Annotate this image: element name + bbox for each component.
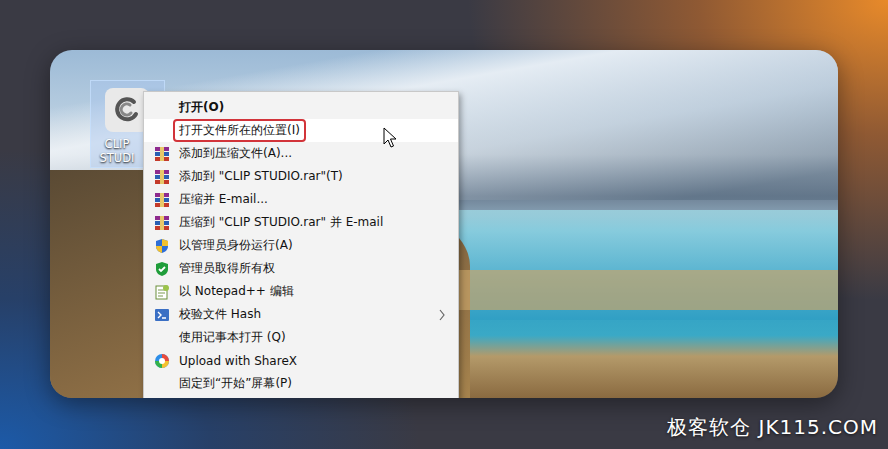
hash-icon <box>154 307 170 323</box>
context-menu: 打开(O)打开文件所在的位置(I)添加到压缩文件(A)...添加到 "CLIP … <box>143 91 459 398</box>
page: CLIPSTUDI打开(O)打开文件所在的位置(I)添加到压缩文件(A)...添… <box>0 0 888 449</box>
winrar-icon <box>154 146 170 162</box>
menu-item[interactable]: 添加到压缩文件(A)... <box>144 142 458 165</box>
menu-item-label: 打开(O) <box>173 96 446 119</box>
menu-item[interactable]: 添加到 "CLIP STUDIO.rar"(T) <box>144 165 458 188</box>
menu-item-label: 压缩到 "CLIP STUDIO.rar" 并 E-mail <box>173 211 446 234</box>
menu-icon-slot <box>154 100 170 116</box>
menu-icon-slot <box>154 146 170 162</box>
menu-item-label: 以管理员身份运行(A) <box>173 234 446 257</box>
menu-item[interactable]: 固定到“开始”屏幕(P) <box>144 372 458 395</box>
shore <box>410 270 838 310</box>
menu-icon-slot <box>154 169 170 185</box>
menu-icon-slot <box>154 307 170 323</box>
menu-item-label: 添加到 "CLIP STUDIO.rar"(T) <box>173 165 446 188</box>
menu-icon-slot <box>154 123 170 139</box>
menu-item[interactable]: 压缩并 E-mail... <box>144 188 458 211</box>
desktop-window: CLIPSTUDI打开(O)打开文件所在的位置(I)添加到压缩文件(A)...添… <box>50 50 838 398</box>
winrar-icon <box>154 215 170 231</box>
winrar-icon <box>154 169 170 185</box>
menu-item[interactable]: 以管理员身份运行(A) <box>144 234 458 257</box>
menu-icon-slot <box>154 353 170 369</box>
green-shield-icon <box>154 261 170 277</box>
menu-icon-slot <box>154 192 170 208</box>
menu-item[interactable]: 使用记事本打开 (Q) <box>144 326 458 349</box>
menu-icon-slot <box>154 330 170 346</box>
menu-item-label: 校验文件 Hash <box>173 303 438 326</box>
sharex-icon <box>154 353 170 369</box>
menu-item[interactable]: 打开文件所在的位置(I) <box>144 119 458 142</box>
watermark: 极客软仓 JK115.COM <box>667 414 878 441</box>
menu-item[interactable]: 校验文件 Hash <box>144 303 458 326</box>
menu-icon-slot <box>154 238 170 254</box>
menu-item[interactable]: Upload with ShareX <box>144 349 458 372</box>
menu-item-label: 压缩并 E-mail... <box>173 188 446 211</box>
menu-icon-slot <box>154 376 170 392</box>
submenu-arrow-icon <box>438 309 446 321</box>
menu-item-label: Upload with ShareX <box>173 351 446 371</box>
notepad-plus-icon <box>154 284 170 300</box>
menu-item-label: 使用记事本打开 (Q) <box>173 326 446 349</box>
menu-icon-slot <box>154 215 170 231</box>
menu-item[interactable]: 压缩到 "CLIP STUDIO.rar" 并 E-mail <box>144 211 458 234</box>
menu-item-label: 管理员取得所有权 <box>173 257 446 280</box>
menu-icon-slot <box>154 284 170 300</box>
menu-item-label: 固定到“开始”屏幕(P) <box>173 372 446 395</box>
mouse-pointer-icon <box>383 127 397 149</box>
menu-item-label: 添加到压缩文件(A)... <box>173 142 446 165</box>
uac-shield-icon <box>154 238 170 254</box>
shortcut-label: CLIPSTUDI <box>91 137 143 165</box>
menu-icon-slot <box>154 261 170 277</box>
menu-item-label: 以 Notepad++ 编辑 <box>173 280 446 303</box>
menu-item[interactable]: 打开(O) <box>144 96 458 119</box>
menu-item[interactable]: 管理员取得所有权 <box>144 257 458 280</box>
menu-item[interactable]: 以 Notepad++ 编辑 <box>144 280 458 303</box>
menu-item-label: 打开文件所在的位置(I) <box>173 119 306 142</box>
winrar-icon <box>154 192 170 208</box>
